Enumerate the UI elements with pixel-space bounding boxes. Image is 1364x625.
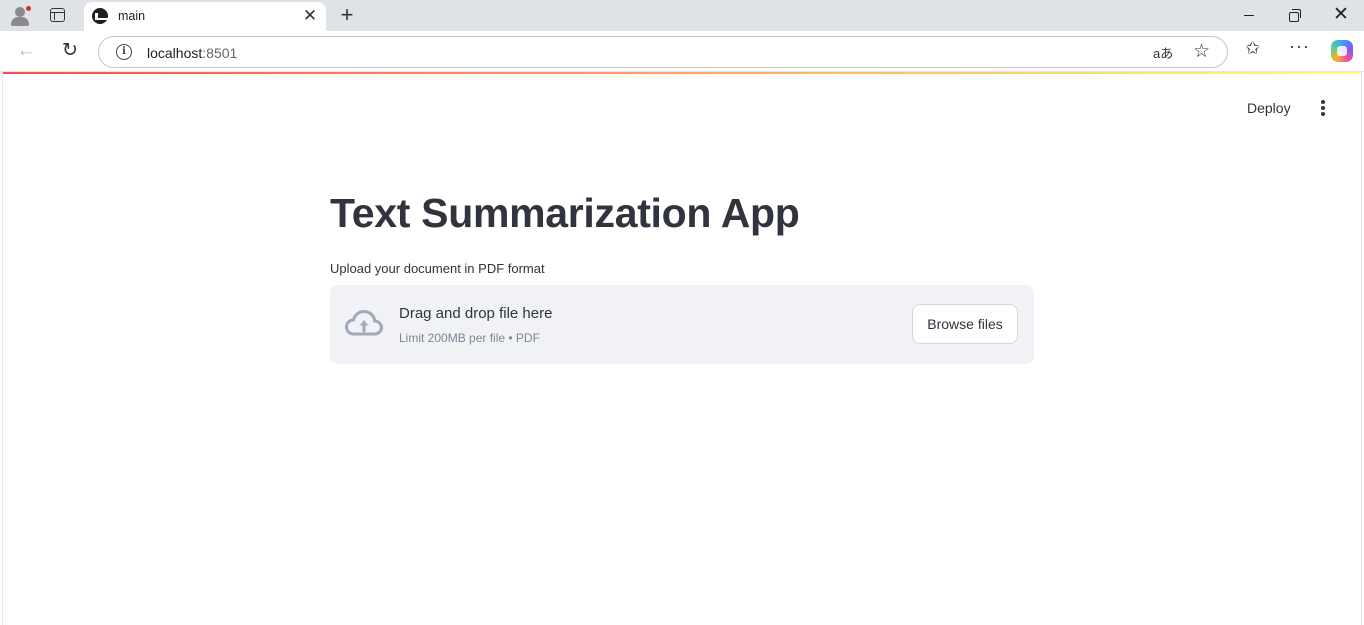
site-info-icon[interactable]: i [116, 44, 132, 60]
new-tab-icon[interactable]: + [337, 3, 357, 27]
cloud-upload-icon [345, 310, 383, 336]
profile-avatar-icon[interactable] [8, 4, 32, 28]
url-text[interactable]: localhost:8501 [147, 45, 237, 61]
favorites-icon[interactable]: ✩ [1245, 38, 1260, 59]
minimize-window-icon[interactable] [1238, 6, 1260, 24]
favorite-star-icon[interactable]: ☆ [1193, 40, 1210, 63]
streamlit-favicon-icon [92, 8, 111, 24]
deploy-button[interactable]: Deploy [1243, 100, 1295, 116]
dropzone-limit-text: Limit 200MB per file • PDF [399, 331, 540, 345]
copilot-icon[interactable] [1331, 40, 1353, 62]
tab-actions-icon[interactable] [50, 8, 65, 22]
close-window-icon[interactable]: ✕ [1330, 4, 1352, 26]
app-page: Deploy Text Summarization App Upload you… [2, 72, 1362, 625]
browser-toolbar: ← ↻ i localhost:8501 aあ ☆ ✩ ··· [0, 31, 1364, 72]
back-arrow-icon[interactable]: ← [14, 39, 38, 63]
page-title: Text Summarization App [330, 190, 800, 236]
dropzone-instruction: Drag and drop file here [399, 305, 553, 322]
read-aloud-icon[interactable]: aあ [1153, 43, 1173, 62]
main-menu-icon[interactable] [1315, 98, 1331, 118]
browse-files-button[interactable]: Browse files [912, 304, 1018, 344]
address-bar[interactable]: i localhost:8501 aあ ☆ [98, 36, 1228, 68]
notification-dot [25, 5, 32, 12]
file-dropzone[interactable]: Drag and drop file here Limit 200MB per … [330, 285, 1034, 364]
browser-tab-main[interactable]: main ✕ [84, 2, 326, 31]
reload-icon[interactable]: ↻ [58, 39, 82, 63]
browser-tab-strip: main ✕ + ✕ [0, 0, 1364, 31]
header-decoration-bar [3, 72, 1361, 74]
tab-close-icon[interactable]: ✕ [302, 7, 318, 25]
tab-title: main [118, 9, 146, 23]
restore-window-icon[interactable] [1284, 6, 1306, 24]
uploader-label: Upload your document in PDF format [330, 261, 545, 276]
more-options-icon[interactable]: ··· [1289, 36, 1310, 57]
